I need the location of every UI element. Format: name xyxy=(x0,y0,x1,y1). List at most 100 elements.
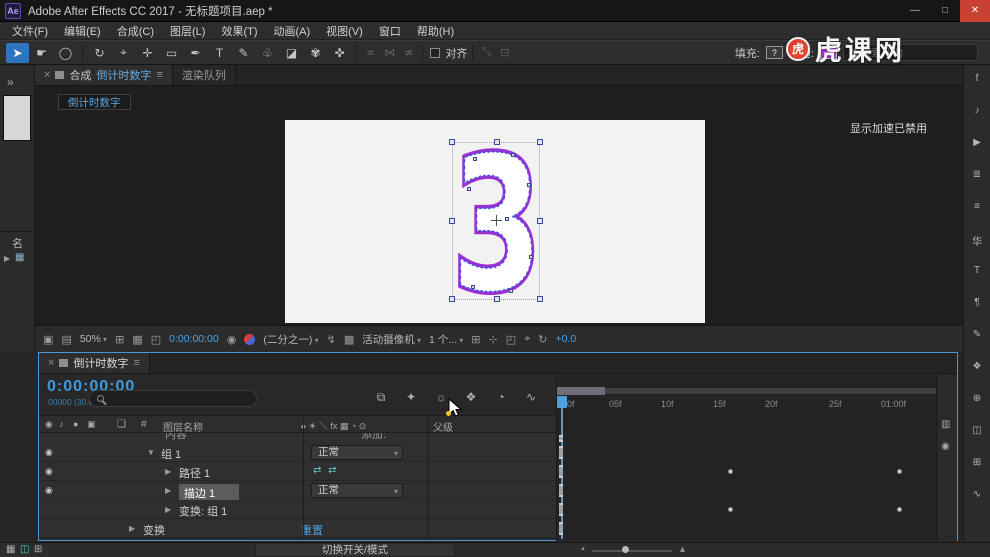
layer-duration-bar[interactable] xyxy=(559,435,563,442)
anchor-point[interactable] xyxy=(491,215,502,226)
mask-visibility-icon[interactable]: ▦ xyxy=(132,333,142,346)
pen-tool-icon[interactable]: ✒ xyxy=(184,43,207,63)
draft-3d-icon[interactable]: ✦ xyxy=(399,390,423,408)
comp-flowchart-icon[interactable]: ◰ xyxy=(506,333,516,346)
blend-mode-dropdown[interactable]: 正常 xyxy=(311,445,403,460)
layer-row-group-1[interactable]: ◉ ▼ 组 1 正常 xyxy=(39,443,556,462)
tab-render-queue[interactable]: 渲染队列 xyxy=(172,65,236,85)
minimize-button[interactable]: — xyxy=(900,0,930,22)
extra-icon-1[interactable]: ⤡ xyxy=(478,46,495,59)
extra-icon-2[interactable]: ⊡ xyxy=(496,46,513,59)
keyframe-dot[interactable] xyxy=(897,507,902,512)
resize-handle[interactable] xyxy=(537,296,543,302)
playhead-handle[interactable] xyxy=(557,396,567,408)
resize-handle[interactable] xyxy=(537,218,543,224)
layer-duration-bar[interactable] xyxy=(559,465,563,478)
parent-column-label[interactable]: 父级 xyxy=(433,419,453,434)
toggle-switches-modes-button[interactable]: 切换开关/模式 xyxy=(255,543,455,557)
twirl-icon[interactable]: ▶ xyxy=(165,467,171,476)
region-of-interest-icon[interactable]: ◰ xyxy=(151,333,161,346)
eye-toggle-icon[interactable]: ◉ xyxy=(45,485,53,496)
tab-composition[interactable]: × 合成 倒计时数字 ≡ xyxy=(35,65,173,85)
timeline-search-box[interactable] xyxy=(89,390,257,407)
composition-item-icon[interactable]: ▦ xyxy=(15,252,24,263)
blend-mode-dropdown[interactable]: 正常 xyxy=(311,483,403,498)
timeline-zoom-knob[interactable] xyxy=(622,546,629,553)
pixel-aspect-icon[interactable]: ⊞ xyxy=(471,333,480,346)
maximize-button[interactable]: □ xyxy=(930,0,960,22)
timeline-button-icon[interactable]: ⊹ xyxy=(488,333,497,346)
composition-mini-flowchart-icon[interactable]: ⧉ xyxy=(369,390,393,408)
metadata-panel-icon[interactable]: ⊞ xyxy=(964,457,990,468)
brush-tool-icon[interactable]: ✎ xyxy=(232,43,255,63)
keyframe-dot[interactable] xyxy=(728,507,733,512)
marker-bin-icon[interactable]: ▥ xyxy=(941,419,950,430)
project-item-twirl[interactable]: ▶ xyxy=(4,254,10,263)
libraries-panel-icon[interactable]: 华 xyxy=(964,233,990,248)
layer-duration-bar[interactable] xyxy=(559,446,563,459)
path-vertex[interactable] xyxy=(509,289,513,293)
path-vertex[interactable] xyxy=(473,157,477,161)
stroke-swatch[interactable] xyxy=(820,46,837,59)
zoom-out-mountain-icon[interactable]: ▲ xyxy=(580,546,586,552)
zoom-tool-icon[interactable]: ◯ xyxy=(54,43,77,63)
close-button[interactable]: ✕ xyxy=(960,0,990,22)
info-panel-icon[interactable]: f xyxy=(964,73,990,84)
transparency-grid-icon[interactable]: ▩ xyxy=(344,333,354,346)
paragraph-panel-icon[interactable]: ¶ xyxy=(964,297,990,308)
eye-toggle-icon[interactable]: ◉ xyxy=(45,447,53,458)
always-preview-icon[interactable]: ▣ xyxy=(43,333,53,346)
menu-file[interactable]: 文件(F) xyxy=(4,23,56,39)
path-vertex[interactable] xyxy=(467,187,471,191)
project-thumbnail[interactable] xyxy=(3,95,31,141)
path-vertex[interactable] xyxy=(529,255,533,259)
selection-tool-icon[interactable]: ➤ xyxy=(6,42,29,63)
menu-animation[interactable]: 动画(A) xyxy=(266,23,319,39)
shape-tool-icon[interactable]: ▭ xyxy=(160,43,183,63)
path-direction-icons[interactable]: ⇄ ⇄ xyxy=(313,465,339,476)
menu-help[interactable]: 帮助(H) xyxy=(409,23,462,39)
twirl-icon[interactable]: ▶ xyxy=(165,486,171,495)
panel-menu-icon[interactable]: ≡ xyxy=(133,357,139,369)
layer-duration-bar[interactable] xyxy=(559,522,563,535)
tab-timeline-comp[interactable]: × 倒计时数字 ≡ xyxy=(39,353,150,373)
resolution-menu[interactable]: (二分之一) xyxy=(263,332,318,347)
mask-interpolation-panel-icon[interactable]: ◫ xyxy=(964,425,990,436)
resize-handle[interactable] xyxy=(494,139,500,145)
path-vertex[interactable] xyxy=(527,183,531,187)
path-vertex[interactable] xyxy=(511,153,515,157)
layer-name-column-label[interactable]: 图层名称 xyxy=(163,419,203,434)
brushes-panel-icon[interactable]: ❖ xyxy=(964,361,990,372)
layer-row-transform-group-1[interactable]: ▶ 变换: 组 1 xyxy=(39,500,556,519)
keyframe-dot[interactable] xyxy=(728,469,733,474)
fill-swatch[interactable]: ? xyxy=(765,46,783,59)
camera-view-menu[interactable]: 活动摄像机 xyxy=(362,332,421,347)
grid-guides-icon[interactable]: ⊞ xyxy=(115,333,124,346)
row-label[interactable]: 路径 1 xyxy=(179,465,210,481)
roto-brush-tool-icon[interactable]: ✾ xyxy=(304,43,327,63)
rotation-tool-icon[interactable]: ↻ xyxy=(88,43,111,63)
hand-tool-icon[interactable]: ☛ xyxy=(30,43,53,63)
magnification-menu[interactable]: 50% xyxy=(80,333,107,345)
paint-panel-icon[interactable]: ✎ xyxy=(964,329,990,340)
tab-close-icon[interactable]: × xyxy=(44,69,50,81)
menu-composition[interactable]: 合成(C) xyxy=(109,23,162,39)
layer-duration-bar[interactable] xyxy=(559,484,563,497)
eraser-tool-icon[interactable]: ◪ xyxy=(280,43,303,63)
tracker-panel-icon[interactable]: ⊕ xyxy=(964,393,990,404)
work-area-bar[interactable] xyxy=(557,387,937,395)
refresh-icon[interactable]: ↻ xyxy=(538,333,547,346)
align-checkbox[interactable] xyxy=(430,47,441,58)
twirl-icon[interactable]: ▼ xyxy=(147,448,155,457)
expand-layer-switches-icon[interactable]: ▦ xyxy=(6,544,15,555)
pan-behind-tool-icon[interactable]: ✛ xyxy=(136,43,159,63)
row-label[interactable]: 组 1 xyxy=(161,446,181,462)
main-monitor-icon[interactable]: ▤ xyxy=(61,333,71,346)
selected-shape[interactable]: 3 3 xyxy=(449,115,545,336)
audio-panel-icon[interactable]: ♪ xyxy=(964,105,990,116)
preview-panel-icon[interactable]: ▶ xyxy=(964,137,990,148)
current-time-display[interactable]: 0:00:00:00 xyxy=(169,333,219,345)
effects-presets-panel-icon[interactable]: ≣ xyxy=(964,169,990,180)
resize-handle[interactable] xyxy=(449,139,455,145)
path-vertex[interactable] xyxy=(505,217,509,221)
